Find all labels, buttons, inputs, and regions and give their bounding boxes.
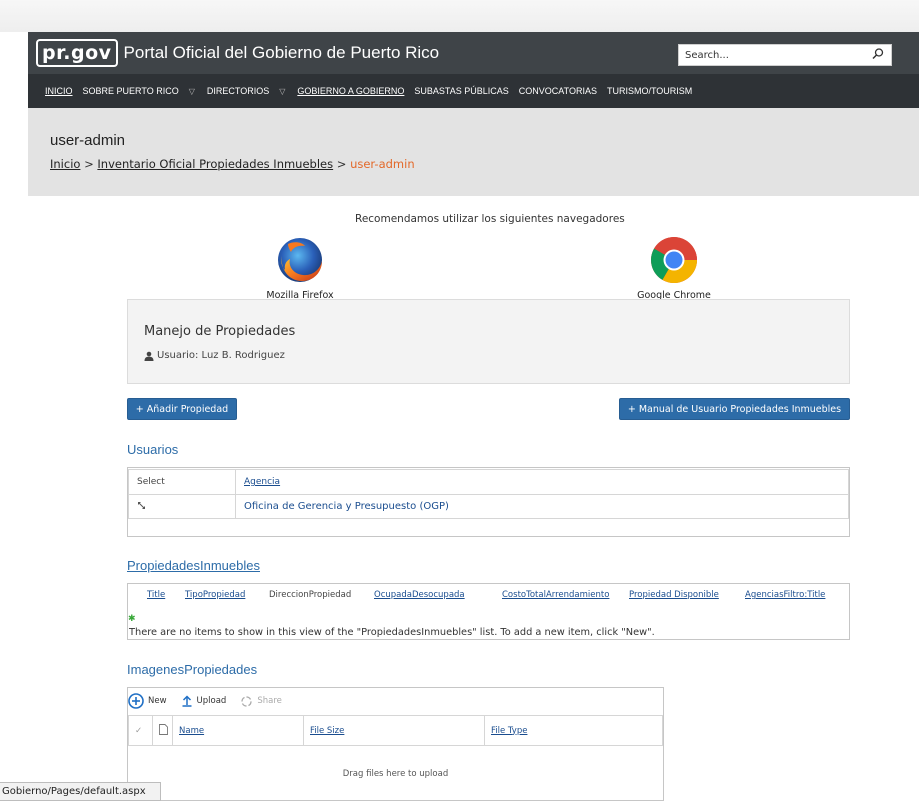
images-toolbar: New Upload Share: [128, 688, 663, 714]
breadcrumb-separator: >: [336, 157, 347, 171]
panel-user-text: Usuario: Luz B. Rodriguez: [157, 350, 285, 361]
nav-item-label: SOBRE PUERTO RICO: [82, 86, 179, 96]
share-button-label: Share: [257, 696, 282, 706]
expand-icon[interactable]: [137, 501, 146, 510]
breadcrumb: Inicio > Inventario Oficial Propiedades …: [50, 157, 415, 171]
select-cell: [128, 494, 236, 519]
nav-item-inicio[interactable]: INICIO: [45, 86, 73, 96]
pr-gov-logo[interactable]: pr.gov: [36, 39, 118, 67]
upload-icon: [182, 695, 192, 707]
nav-item-subastas[interactable]: SUBASTAS PÚBLICAS: [414, 86, 508, 96]
sort-link-name[interactable]: Name: [179, 726, 204, 736]
share-icon: [241, 695, 252, 707]
document-icon: [159, 723, 168, 735]
select-all-checkbox[interactable]: ✓: [128, 715, 153, 746]
plus-circle-icon: [128, 693, 144, 709]
table-header-row: Select Agencia: [128, 469, 849, 495]
property-management-panel: Manejo de Propiedades Usuario: Luz B. Ro…: [127, 299, 850, 384]
users-section-title: Usuarios: [127, 442, 179, 457]
panel-title: Manejo de Propiedades: [144, 324, 296, 339]
chevron-down-icon: ▽: [279, 86, 286, 96]
browser-recommendation-text: Recomendamos utilizar los siguientes nav…: [355, 213, 625, 225]
upload-button-label: Upload: [196, 696, 227, 706]
panel-user: Usuario: Luz B. Rodriguez: [144, 350, 285, 361]
file-type-column: [152, 715, 173, 746]
breadcrumb-link-inventario[interactable]: Inventario Oficial Propiedades Inmuebles: [97, 157, 333, 171]
drop-zone[interactable]: Drag files here to upload: [128, 746, 663, 801]
column-header-costo-total[interactable]: CostoTotalArrendamiento: [502, 590, 609, 600]
top-strip: [0, 0, 919, 32]
add-new-item-icon[interactable]: ✱: [128, 614, 136, 624]
column-header-name: Name: [172, 715, 304, 746]
users-table-container: Select Agencia Oficina de Gerencia y Pre…: [127, 467, 850, 537]
user-icon: [144, 351, 154, 361]
title-area: user-admin Inicio > Inventario Oficial P…: [28, 108, 919, 196]
site-title: Portal Oficial del Gobierno de Puerto Ri…: [123, 43, 440, 62]
share-button[interactable]: Share: [240, 695, 282, 708]
chevron-down-icon: ▽: [188, 86, 195, 96]
nav-item-label: DIRECTORIOS: [206, 86, 270, 96]
firefox-icon: [278, 238, 322, 282]
search-input[interactable]: [685, 46, 865, 64]
firefox-link[interactable]: Mozilla Firefox: [250, 234, 350, 301]
new-button-label: New: [148, 696, 167, 706]
sort-link-agencia[interactable]: Agencia: [244, 477, 280, 487]
sort-link-file-size[interactable]: File Size: [310, 726, 344, 736]
column-header-title[interactable]: Title: [147, 590, 165, 600]
images-table-header: ✓ Name File Size File Type: [128, 715, 663, 746]
user-manual-button[interactable]: + Manual de Usuario Propiedades Inmueble…: [619, 398, 850, 420]
chrome-link[interactable]: Google Chrome: [624, 234, 724, 301]
chrome-icon: [651, 237, 697, 283]
column-header-direccion-propiedad: DireccionPropiedad: [269, 590, 352, 600]
column-header-propiedad-disponible[interactable]: Propiedad Disponible: [629, 590, 719, 600]
search-box: [678, 44, 892, 66]
breadcrumb-current: user-admin: [350, 157, 415, 171]
upload-button[interactable]: Upload: [181, 695, 227, 707]
column-header-agencia: Agencia: [235, 469, 849, 495]
sort-link-file-type[interactable]: File Type: [491, 726, 527, 736]
browser-status-bar: Gobierno/Pages/default.aspx: [0, 782, 161, 801]
add-property-button[interactable]: + Añadir Propiedad: [127, 398, 237, 420]
images-library: New Upload Share ✓ Name File Size File T…: [127, 687, 664, 801]
page: pr.gov Portal Oficial del Gobierno de Pu…: [0, 0, 919, 801]
main-nav: INICIO SOBRE PUERTO RICO ▽ DIRECTORIOS ▽ G…: [28, 74, 919, 108]
nav-item-turismo[interactable]: TURISMO/TOURISM: [607, 86, 692, 96]
nav-item-convocatorias[interactable]: CONVOCATORIAS: [519, 86, 597, 96]
properties-header-row: Title TipoPropiedad DireccionPropiedad O…: [128, 588, 849, 606]
nav-item-directorios[interactable]: DIRECTORIOS ▽: [207, 86, 288, 96]
breadcrumb-separator: >: [84, 157, 94, 171]
breadcrumb-link-inicio[interactable]: Inicio: [50, 157, 80, 171]
page-title: user-admin: [50, 132, 126, 149]
properties-list: Title TipoPropiedad DireccionPropiedad O…: [127, 583, 850, 640]
nav-item-sobre-puerto-rico[interactable]: SOBRE PUERTO RICO ▽: [83, 86, 197, 96]
column-header-file-size: File Size: [303, 715, 485, 746]
column-header-agencias-filtro[interactable]: AgenciasFiltro:Title: [745, 590, 825, 600]
column-header-file-type: File Type: [484, 715, 663, 746]
properties-empty-message: There are no items to show in this view …: [129, 627, 655, 638]
table-row: Oficina de Gerencia y Presupuesto (OGP): [128, 494, 849, 519]
nav-item-gobierno-a-gobierno[interactable]: GOBIERNO A GOBIERNO: [297, 86, 404, 96]
drop-zone-text: Drag files here to upload: [342, 769, 449, 779]
search-icon[interactable]: [871, 47, 885, 61]
table-header-row: ✓ Name File Size File Type: [128, 715, 663, 746]
properties-section-title[interactable]: PropiedadesInmuebles: [127, 558, 260, 573]
column-header-select: Select: [128, 469, 236, 495]
site-header: pr.gov Portal Oficial del Gobierno de Pu…: [28, 32, 919, 74]
column-header-tipo-propiedad[interactable]: TipoPropiedad: [185, 590, 245, 600]
users-table: Select Agencia Oficina de Gerencia y Pre…: [128, 469, 849, 519]
agencia-cell[interactable]: Oficina de Gerencia y Presupuesto (OGP): [235, 494, 849, 519]
images-section-title: ImagenesPropiedades: [127, 662, 258, 677]
new-button[interactable]: New: [128, 693, 167, 709]
column-header-ocupada-desocupada[interactable]: OcupadaDesocupada: [374, 590, 465, 600]
